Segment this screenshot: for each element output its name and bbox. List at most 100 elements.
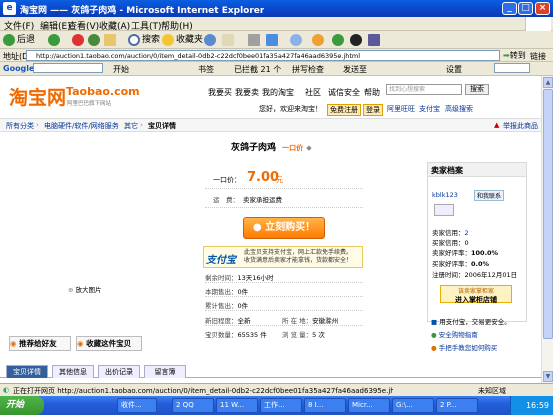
page-viewport[interactable]: 淘宝网 Taobao.com 阿里巴巴旗下网站 我要买 我要卖 我的淘宝 社区 …: [0, 76, 541, 383]
alipay-link[interactable]: 支付宝: [419, 104, 440, 114]
scroll-down-icon[interactable]: ▼: [543, 371, 553, 382]
buy-now-button[interactable]: ● 立刻购买！: [243, 217, 325, 239]
cart-icon: ●: [252, 222, 262, 233]
forward-button[interactable]: [48, 33, 62, 47]
tab-item-detail[interactable]: 宝贝详情: [6, 365, 48, 378]
recommend-button[interactable]: ◉ 推荐给好友: [9, 336, 71, 351]
nav-buy[interactable]: 我要买: [208, 87, 232, 98]
back-button[interactable]: 后退: [3, 33, 35, 47]
popup-blocked-button[interactable]: 已拦截 21 个: [234, 64, 281, 75]
scroll-up-icon[interactable]: ▲: [543, 77, 553, 88]
task-item[interactable]: G:\...: [392, 398, 434, 413]
guide-icon: ●: [431, 331, 437, 339]
discuss-icon: [290, 33, 302, 46]
bookmarks-button[interactable]: 书签: [198, 64, 214, 75]
report-link[interactable]: 举报此商品: [503, 121, 538, 131]
scrollbar-thumb[interactable]: [543, 89, 553, 339]
vertical-scrollbar[interactable]: ▲ ▼: [541, 76, 553, 383]
nav-my-taobao[interactable]: 我的淘宝: [262, 87, 294, 98]
send-to-button[interactable]: 发送至: [343, 64, 367, 75]
divider: [205, 188, 363, 189]
breadcrumb-category[interactable]: 电脑硬件/软件/网络服务: [44, 121, 119, 131]
register-button[interactable]: 免费注册: [327, 104, 361, 116]
task-item[interactable]: 收件...: [117, 398, 157, 413]
nav-community[interactable]: 社区: [305, 87, 321, 98]
wangwang-link[interactable]: 阿里旺旺: [387, 104, 415, 114]
price-label: 一口价：: [213, 176, 241, 184]
spell-check-button[interactable]: 拼写检查: [292, 64, 324, 75]
item-title: 灰鸽子肉鸡 一口价 ◆: [231, 143, 312, 153]
qq-penguin-icon: [350, 33, 362, 46]
enlarge-image-link[interactable]: ⊕ 放大图片: [68, 284, 102, 294]
tab-bid-records[interactable]: 出价记录: [98, 365, 140, 378]
enter-shop-button[interactable]: 该卖家掌柜家 进入掌柜店铺: [440, 285, 512, 304]
search-button[interactable]: 搜索: [128, 33, 160, 47]
address-bar: 地址(D) http://auction1.taobao.com/auction…: [0, 49, 553, 62]
windows-logo-icon: [525, 17, 551, 31]
taobao-search-input[interactable]: 找到心想搜索: [386, 84, 462, 95]
how-to-buy-link[interactable]: ● 手把手教您如何购买: [431, 342, 497, 352]
nav-security[interactable]: 诚信安全: [328, 87, 360, 98]
messenger-button[interactable]: [332, 33, 346, 47]
nav-sell[interactable]: 我要卖: [235, 87, 259, 98]
detail-tabs: 宝贝详情 其他信息 出价记录 留言簿: [0, 364, 541, 378]
stop-button[interactable]: [72, 33, 86, 47]
forward-arrow-icon: [48, 33, 60, 46]
tab-guestbook[interactable]: 留言簿: [144, 365, 186, 378]
contact-button[interactable]: 和我联系: [474, 190, 505, 201]
edit-icon: [266, 33, 278, 46]
favorite-button[interactable]: ◉ 收藏这件宝贝: [76, 336, 142, 351]
taobao-logo[interactable]: 淘宝网 Taobao.com 阿里巴巴旗下网站: [9, 83, 140, 110]
advanced-search-link[interactable]: 高级搜索: [445, 104, 473, 114]
mail-button[interactable]: [222, 33, 236, 47]
google-start-button[interactable]: 开始: [113, 64, 129, 75]
mail-icon: [222, 33, 234, 46]
tool-button[interactable]: [368, 33, 382, 47]
task-item[interactable]: 2 P...: [436, 398, 478, 413]
clock[interactable]: 16:59: [526, 401, 549, 410]
minimize-button[interactable]: _: [502, 2, 517, 15]
google-search-input[interactable]: [33, 63, 103, 73]
discuss-button[interactable]: [290, 33, 304, 47]
task-item[interactable]: 2 QQ: [172, 398, 214, 413]
window-title: 淘宝网 —— 灰鸽子肉鸡 - Microsoft Internet Explor…: [20, 6, 265, 16]
address-input[interactable]: http://auction1.taobao.com/auction/0/ite…: [26, 50, 500, 61]
seller-name[interactable]: kblk123: [432, 191, 458, 199]
wangwang-icon[interactable]: [434, 204, 454, 216]
breadcrumb-other[interactable]: 其它: [124, 121, 138, 131]
maximize-button[interactable]: □: [518, 2, 533, 15]
menu-bar: 文件(F) 编辑(E) 查看(V) 收藏(A) 工具(T) 帮助(H): [0, 17, 553, 32]
task-item[interactable]: 工作...: [260, 398, 302, 413]
tab-other-info[interactable]: 其他信息: [52, 365, 94, 378]
window-titlebar[interactable]: e 淘宝网 —— 灰鸽子肉鸡 - Microsoft Internet Expl…: [0, 0, 553, 17]
links-button[interactable]: 链接: [530, 51, 546, 62]
home-button[interactable]: [104, 33, 118, 47]
task-item[interactable]: 8 I...: [304, 398, 346, 413]
start-button[interactable]: 开始: [0, 396, 44, 415]
alipay-logo: 支付宝: [206, 255, 236, 266]
alipay-text-2: 收货满意后卖家才能拿钱，货款都安全！: [244, 257, 353, 264]
go-button[interactable]: ➡转到: [503, 50, 526, 61]
edit-button[interactable]: [266, 33, 280, 47]
safe-guide-link[interactable]: ● 安全购物指南: [431, 329, 478, 339]
recommend-icon: ◉: [10, 339, 17, 348]
alipay-notice: 支付宝 此宝贝支持支付宝，网上汇款免手续费。 收货满意后卖家才能拿钱，货款都安全！: [203, 246, 363, 268]
favorites-button[interactable]: 收藏夹: [162, 33, 203, 47]
nav-help[interactable]: 帮助: [364, 87, 380, 98]
login-button[interactable]: 登录: [363, 104, 383, 116]
google-second-input[interactable]: [494, 63, 530, 73]
breadcrumb-all[interactable]: 所有分类: [6, 121, 34, 131]
research-button[interactable]: [312, 33, 326, 47]
refresh-button[interactable]: [88, 33, 102, 47]
taobao-search-button[interactable]: 搜索: [465, 84, 489, 95]
print-button[interactable]: [248, 33, 262, 47]
task-item[interactable]: 11 W...: [216, 398, 258, 413]
shield-icon: ◆: [306, 144, 312, 152]
search-icon: [128, 33, 140, 46]
favorite-icon: ◉: [77, 339, 84, 348]
task-item[interactable]: Micr...: [348, 398, 390, 413]
history-button[interactable]: [204, 33, 218, 47]
google-settings-button[interactable]: 设置: [446, 64, 462, 75]
close-button[interactable]: ×: [535, 2, 550, 15]
qq-button[interactable]: [350, 33, 364, 47]
